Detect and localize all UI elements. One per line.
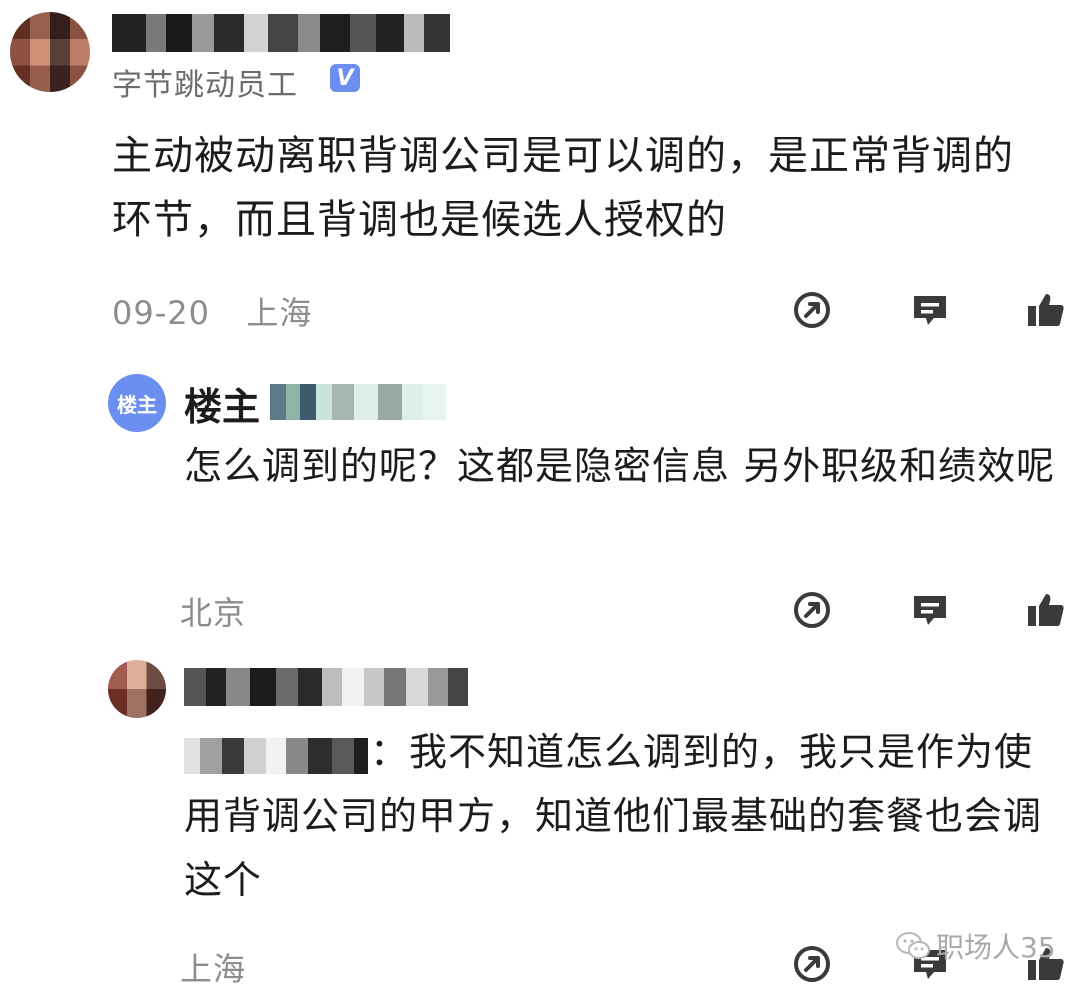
user-badge-label: 字节跳动员工: [112, 68, 298, 103]
comment-icon[interactable]: [910, 590, 950, 630]
username-redacted[interactable]: [184, 668, 468, 706]
wechat-icon: [896, 932, 930, 959]
share-icon[interactable]: [792, 290, 832, 330]
share-icon[interactable]: [792, 590, 832, 630]
comment-meta: 09-20 上海: [112, 288, 312, 334]
avatar[interactable]: [10, 12, 90, 92]
comment-date: 09-20: [112, 294, 210, 332]
username-redacted: [270, 384, 446, 420]
reply-location: 上海: [180, 950, 247, 988]
watermark: 职场人35: [896, 926, 1056, 966]
watermark-text: 职场人35: [936, 931, 1056, 964]
comment-location: 上海: [246, 294, 313, 332]
reply-body: ：我不知道怎么调到的，我只是作为使用背调公司的甲方，知道他们最基础的套餐也会调这…: [184, 730, 1043, 902]
comment-text: 主动被动离职背调公司是可以调的，是正常背调的环节，而且背调也是候选人授权的: [112, 133, 1014, 243]
comment-icon[interactable]: [910, 290, 950, 330]
thumbs-up-icon[interactable]: [1026, 590, 1066, 630]
username-redacted[interactable]: [112, 14, 450, 52]
share-icon[interactable]: [792, 944, 832, 984]
reply-text: 怎么调到的呢？这都是隐密信息 另外职级和绩效呢: [184, 444, 1056, 488]
reply-location: 北京: [180, 594, 247, 632]
verified-icon: V: [330, 64, 360, 92]
reply-text: ：我不知道怎么调到的，我只是作为使用背调公司的甲方，知道他们最基础的套餐也会调这…: [184, 720, 1064, 912]
avatar[interactable]: [108, 660, 166, 718]
thumbs-up-icon[interactable]: [1026, 290, 1066, 330]
avatar[interactable]: 楼主: [108, 374, 166, 432]
reply-author-name[interactable]: 楼主: [184, 376, 260, 431]
